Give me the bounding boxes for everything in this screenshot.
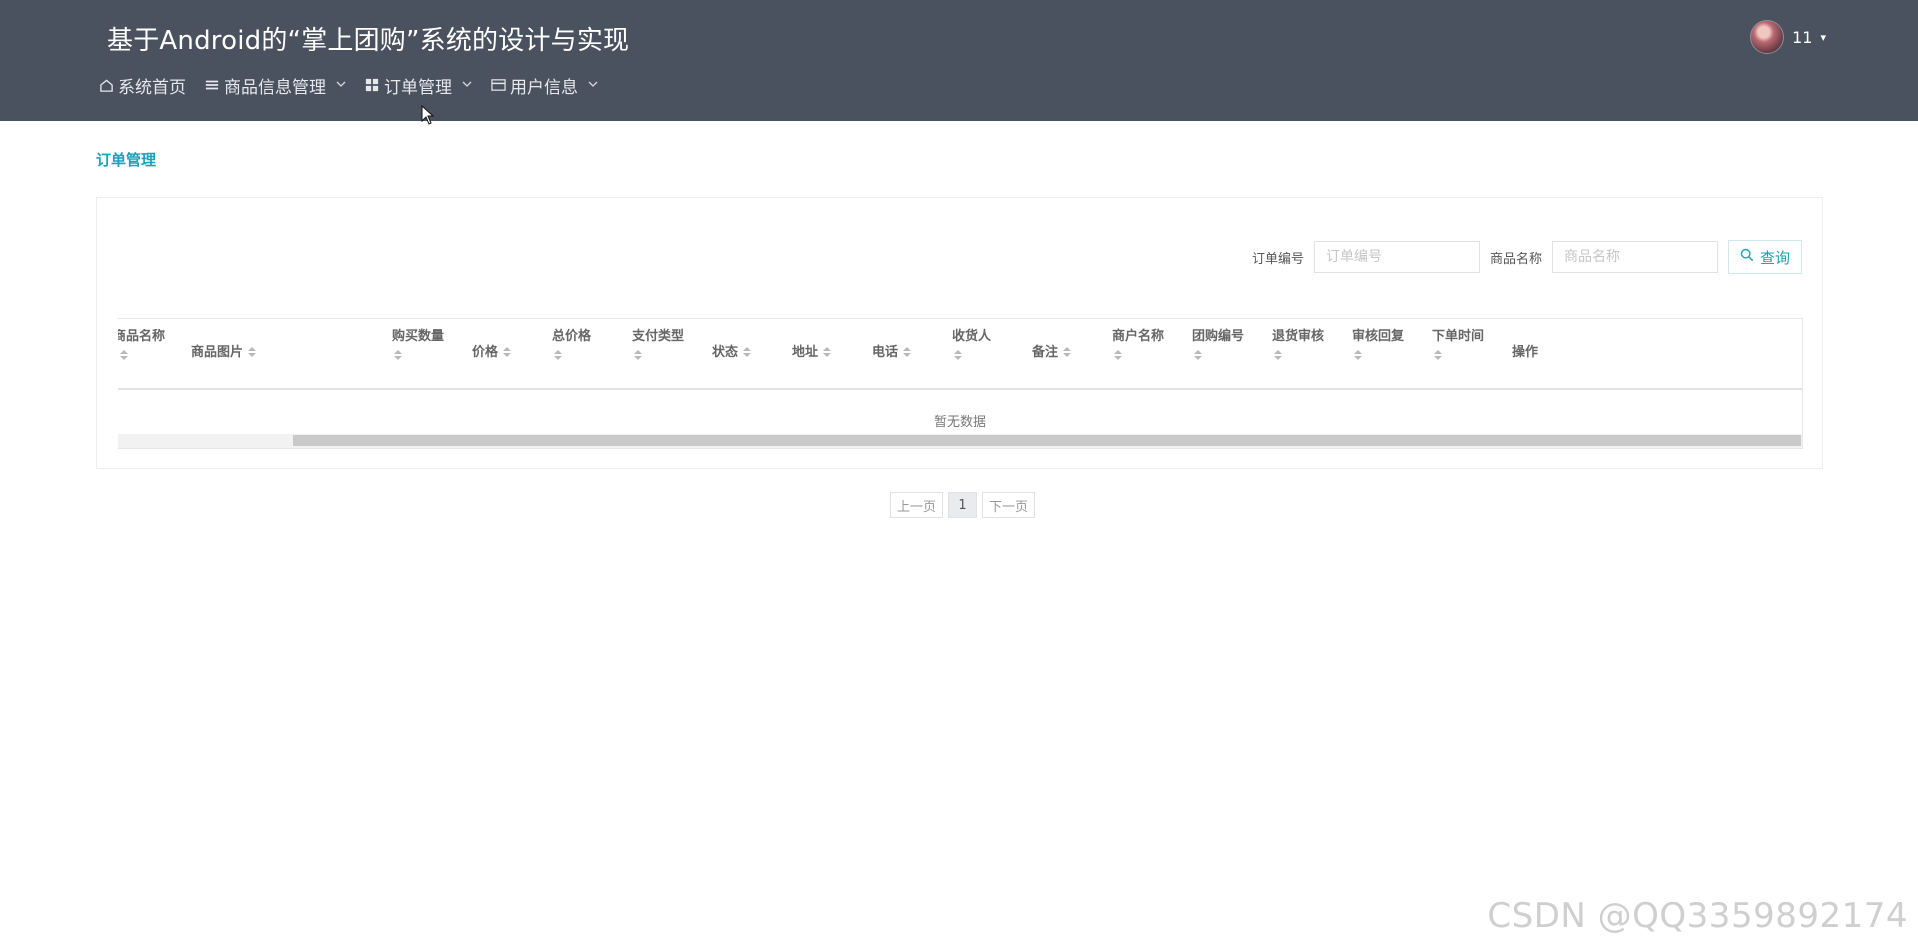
nav-label-orders: 订单管理 (384, 77, 452, 98)
column-header-label: 电话 (872, 345, 899, 360)
column-header-label: 退货审核 (1272, 329, 1325, 344)
column-header[interactable]: 电话 (872, 345, 912, 361)
breadcrumb[interactable]: 订单管理 (96, 149, 156, 170)
user-name[interactable]: 11 (1792, 28, 1812, 47)
column-header-label: 审核回复 (1352, 329, 1405, 344)
nav-item-products[interactable]: 商品信息管理 (204, 73, 346, 98)
column-header[interactable]: 总价格 (552, 329, 591, 362)
nav-label-home: 系统首页 (118, 77, 186, 98)
column-header-label: 商户名称 (1112, 329, 1165, 344)
column-header[interactable]: 支付类型 (632, 329, 684, 362)
column-header-label: 总价格 (552, 329, 592, 344)
order-panel: 订单编号 商品名称 查询 商品名称 商品图片 购买数量 价格 (96, 197, 1823, 469)
order-no-input[interactable] (1313, 241, 1480, 273)
grid-icon (364, 77, 380, 93)
column-header-label: 操作 (1512, 345, 1539, 360)
search-bar: 订单编号 商品名称 查询 (1252, 240, 1802, 274)
scrollbar-thumb[interactable] (293, 435, 1801, 446)
sort-icon[interactable] (1354, 350, 1362, 362)
column-header[interactable]: 下单时间 (1432, 329, 1484, 362)
column-header-actions: 操作 (1512, 345, 1538, 361)
column-header-label: 支付类型 (632, 329, 685, 344)
app-title: 基于Android的“掌上团购”系统的设计与实现 (107, 26, 630, 56)
list-icon (204, 77, 220, 93)
home-icon (98, 77, 114, 93)
empty-state: 暂无数据 (933, 415, 986, 430)
product-name-input[interactable] (1552, 241, 1718, 273)
column-header-label: 状态 (712, 345, 739, 360)
order-no-label: 订单编号 (1251, 251, 1304, 267)
top-header: 基于Android的“掌上团购”系统的设计与实现 11 ▾ 系统首页 商品信息管… (0, 0, 1918, 121)
sort-icon[interactable] (394, 350, 402, 362)
sort-icon[interactable] (554, 350, 562, 362)
sort-icon[interactable] (1063, 346, 1072, 359)
column-header[interactable]: 状态 (712, 345, 752, 361)
sort-icon[interactable] (634, 350, 642, 362)
column-header-label: 购买数量 (392, 329, 445, 344)
column-header-label: 地址 (792, 345, 819, 360)
column-header[interactable]: 备注 (1032, 345, 1072, 361)
column-header-label: 商品图片 (191, 345, 244, 360)
card-icon (490, 77, 506, 93)
next-page-button[interactable]: 下一页 (982, 492, 1036, 518)
column-header[interactable]: 退货审核 (1272, 329, 1324, 362)
column-header-label: 价格 (472, 345, 499, 360)
table-header: 商品名称 商品图片 购买数量 价格 总价格 支付类型 状态 地址 电话 收货人 … (118, 319, 1802, 390)
sort-icon[interactable] (1274, 350, 1282, 362)
column-header[interactable]: 购买数量 (392, 329, 444, 362)
page-number-button[interactable]: 1 (948, 492, 978, 518)
nav-item-orders[interactable]: 订单管理 (364, 73, 472, 98)
prev-page-button[interactable]: 上一页 (890, 492, 944, 518)
column-header[interactable]: 收货人 (952, 329, 991, 362)
main-nav: 系统首页 商品信息管理 订单管理 用户信息 (98, 72, 598, 98)
column-header[interactable]: 商品图片 (191, 345, 257, 361)
column-header[interactable]: 商品名称 (118, 329, 178, 362)
column-header-label: 下单时间 (1432, 329, 1485, 344)
column-header-label: 商品名称 (118, 329, 166, 344)
order-table: 商品名称 商品图片 购买数量 价格 总价格 支付类型 状态 地址 电话 收货人 … (118, 318, 1803, 449)
column-header[interactable]: 地址 (792, 345, 832, 361)
product-name-label: 商品名称 (1489, 251, 1542, 267)
column-header[interactable]: 商户名称 (1112, 329, 1164, 362)
watermark: CSDN @QQ3359892174 (1487, 896, 1908, 936)
mouse-cursor-icon (421, 105, 435, 125)
column-header-label: 团购编号 (1192, 329, 1245, 344)
sort-icon[interactable] (903, 346, 912, 359)
sort-icon[interactable] (1114, 350, 1122, 362)
nav-item-users[interactable]: 用户信息 (490, 73, 598, 98)
nav-label-users: 用户信息 (510, 77, 578, 98)
sort-icon[interactable] (248, 346, 257, 359)
sort-icon[interactable] (503, 346, 512, 359)
column-header[interactable]: 审核回复 (1352, 329, 1404, 362)
search-button-label: 查询 (1759, 248, 1790, 267)
user-avatar[interactable] (1750, 20, 1785, 54)
pagination: 上一页 1 下一页 (890, 492, 1036, 518)
nav-item-home[interactable]: 系统首页 (98, 73, 186, 98)
column-header[interactable]: 价格 (472, 345, 512, 361)
sort-icon[interactable] (743, 346, 752, 359)
user-menu[interactable]: 11 ▾ (1750, 19, 1826, 55)
caret-down-icon[interactable]: ▾ (1820, 31, 1826, 44)
column-header[interactable]: 团购编号 (1192, 329, 1244, 362)
column-header-label: 收货人 (952, 329, 992, 344)
sort-icon[interactable] (120, 350, 128, 362)
chevron-down-icon (588, 80, 598, 91)
sort-icon[interactable] (1194, 350, 1202, 362)
search-icon (1740, 248, 1754, 266)
nav-label-products: 商品信息管理 (224, 77, 326, 98)
sort-icon[interactable] (1434, 350, 1442, 362)
chevron-down-icon (336, 80, 346, 91)
sort-icon[interactable] (823, 346, 832, 359)
search-button[interactable]: 查询 (1728, 240, 1802, 274)
column-header-label: 备注 (1032, 345, 1059, 360)
sort-icon[interactable] (954, 350, 962, 362)
chevron-down-icon (462, 80, 472, 91)
